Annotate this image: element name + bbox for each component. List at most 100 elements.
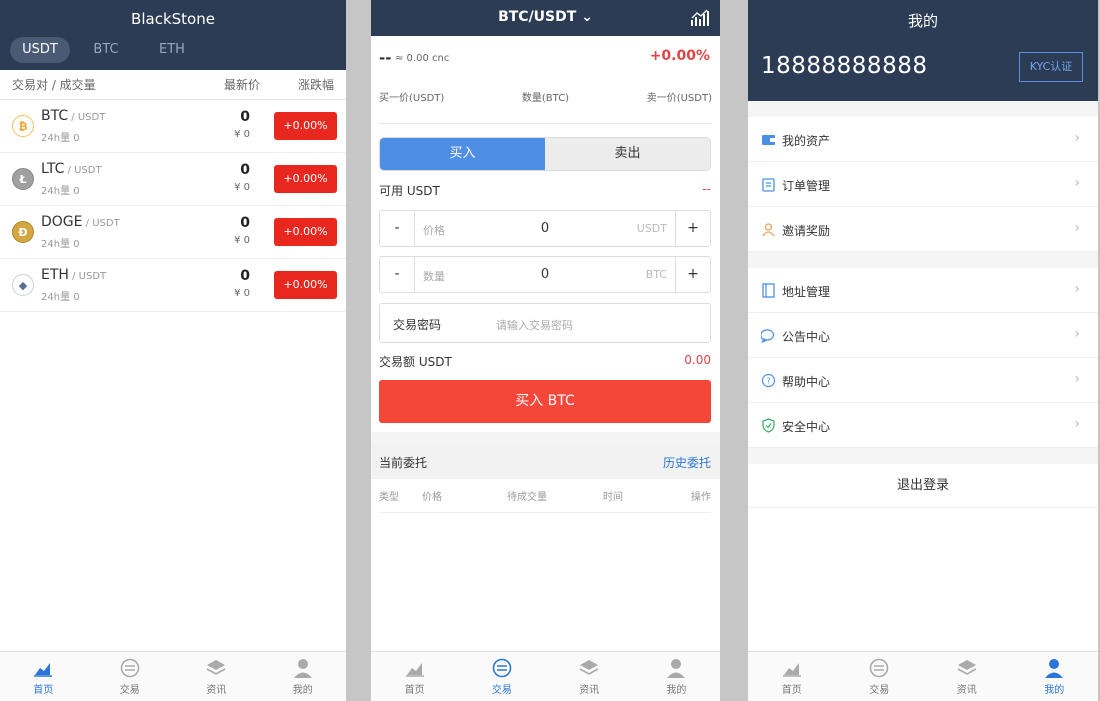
tab-sell[interactable]: 卖出 bbox=[545, 138, 710, 170]
profile-title: 我的 bbox=[907, 12, 938, 30]
trade-password-field[interactable]: 交易密码 请输入交易密码 bbox=[379, 303, 711, 343]
tab-btc[interactable]: BTC bbox=[76, 37, 136, 63]
price-increment-button[interactable]: + bbox=[675, 211, 710, 246]
chevron-right-icon: › bbox=[1074, 326, 1080, 342]
nav-profile-label: 我的 bbox=[666, 685, 687, 696]
markets-screen: BlackStone USDT BTC ETH 交易对 / 成交量 最新价 涨跌… bbox=[0, 0, 346, 701]
menu-my-assets[interactable]: 我的资产 › bbox=[748, 117, 1098, 162]
order-history-link[interactable]: 历史委托 bbox=[663, 454, 711, 471]
tab-buy[interactable]: 买入 bbox=[380, 138, 545, 170]
price-input[interactable]: 价格 0 USDT bbox=[415, 211, 675, 246]
divider bbox=[748, 448, 1098, 464]
chevron-right-icon: › bbox=[1074, 130, 1080, 146]
market-volume: 24h量 0 bbox=[41, 239, 80, 250]
kline-chart-icon[interactable] bbox=[690, 8, 710, 28]
tab-usdt[interactable]: USDT bbox=[10, 37, 70, 63]
nav-news-label: 资讯 bbox=[579, 685, 600, 696]
user-icon bbox=[1045, 659, 1064, 678]
question-circle-icon: ? bbox=[761, 373, 776, 388]
amount-input[interactable]: 数量 0 BTC bbox=[415, 257, 675, 292]
market-symbol: LTC / USDT bbox=[41, 161, 102, 177]
ticker-summary: -- ≈ 0.00 cnc +0.00% 买一价(USDT) 数量(BTC) 卖… bbox=[379, 36, 712, 124]
market-symbol: ETH / USDT bbox=[41, 267, 107, 283]
amount-decrement-button[interactable]: - bbox=[380, 257, 415, 292]
nav-trade[interactable]: 交易 bbox=[87, 652, 174, 701]
menu-address[interactable]: 地址管理 › bbox=[748, 268, 1098, 313]
orderbook-headers: 买一价(USDT) 数量(BTC) 卖一价(USDT) bbox=[379, 89, 712, 104]
quote-tabs: USDT BTC ETH bbox=[10, 37, 208, 63]
nav-home[interactable]: 首页 bbox=[0, 652, 87, 701]
nav-profile-label: 我的 bbox=[292, 685, 313, 696]
tab-eth[interactable]: ETH bbox=[142, 37, 202, 63]
nav-profile[interactable]: 我的 bbox=[633, 652, 720, 701]
chevron-down-icon: ⌄ bbox=[581, 9, 593, 25]
menu-announcements[interactable]: 公告中心 › bbox=[748, 313, 1098, 358]
price-stepper: - 价格 0 USDT + bbox=[379, 210, 711, 247]
market-row-ltc[interactable]: Ł LTC / USDT 24h量 0 0 ¥ 0 +0.00% bbox=[0, 153, 346, 206]
bottom-nav: 首页 交易 资讯 我的 bbox=[748, 651, 1098, 701]
nav-news[interactable]: 资讯 bbox=[923, 652, 1011, 701]
logout-button[interactable]: 退出登录 bbox=[748, 464, 1098, 508]
nav-profile[interactable]: 我的 bbox=[1011, 652, 1099, 701]
user-icon bbox=[667, 659, 686, 678]
divider bbox=[371, 432, 720, 444]
market-change-badge: +0.00% bbox=[274, 112, 337, 140]
market-row-btc[interactable]: ₿ BTC / USDT 24h量 0 0 ¥ 0 +0.00% bbox=[0, 100, 346, 153]
kyc-button[interactable]: KYC认证 bbox=[1019, 52, 1083, 82]
profile-screen: 我的 18888888888 KYC认证 我的资产 › 订单管理 › 邀请奖励 … bbox=[748, 0, 1098, 701]
user-invite-icon bbox=[762, 223, 775, 237]
trade-total: 交易额 USDT 0.00 bbox=[379, 353, 711, 370]
markets-header: BlackStone USDT BTC ETH bbox=[0, 0, 346, 70]
order-col-pending: 待成交量 bbox=[507, 492, 547, 503]
market-price: 0 bbox=[240, 268, 250, 284]
address-book-icon bbox=[762, 283, 775, 298]
bid-header: 买一价(USDT) bbox=[379, 93, 445, 104]
menu-label: 我的资产 bbox=[782, 134, 831, 148]
market-volume: 24h量 0 bbox=[41, 133, 80, 144]
nav-news[interactable]: 资讯 bbox=[173, 652, 260, 701]
pair-selector[interactable]: BTC/USDT ⌄ bbox=[371, 9, 720, 25]
market-row-doge[interactable]: Ð DOGE / USDT 24h量 0 0 ¥ 0 +0.00% bbox=[0, 206, 346, 259]
market-row-eth[interactable]: ◆ ETH / USDT 24h量 0 0 ¥ 0 +0.00% bbox=[0, 259, 346, 312]
divider bbox=[748, 252, 1098, 268]
nav-profile[interactable]: 我的 bbox=[260, 652, 347, 701]
total-value: 0.00 bbox=[684, 353, 711, 367]
amount-value: 0 bbox=[540, 267, 550, 282]
available-balance: 可用 USDT -- bbox=[379, 182, 711, 199]
menu-orders[interactable]: 订单管理 › bbox=[748, 162, 1098, 207]
menu-label: 公告中心 bbox=[782, 330, 831, 344]
nav-home[interactable]: 首页 bbox=[371, 652, 458, 701]
order-columns: 类型 价格 待成交量 时间 操作 bbox=[379, 488, 711, 513]
menu-invite[interactable]: 邀请奖励 › bbox=[748, 207, 1098, 252]
menu-label: 安全中心 bbox=[782, 420, 831, 434]
ltc-coin-icon: Ł bbox=[12, 168, 34, 190]
nav-trade-label: 交易 bbox=[491, 685, 512, 696]
profile-header: 我的 18888888888 KYC认证 bbox=[748, 0, 1098, 101]
chevron-right-icon: › bbox=[1074, 371, 1080, 387]
price-unit: USDT bbox=[636, 222, 667, 235]
market-price: 0 bbox=[240, 162, 250, 178]
exchange-icon bbox=[492, 658, 512, 678]
nav-home[interactable]: 首页 bbox=[748, 652, 836, 701]
amount-increment-button[interactable]: + bbox=[675, 257, 710, 292]
nav-trade[interactable]: 交易 bbox=[458, 652, 545, 701]
menu-help[interactable]: ? 帮助中心 › bbox=[748, 358, 1098, 403]
password-label: 交易密码 bbox=[393, 318, 442, 332]
market-price: 0 bbox=[240, 109, 250, 125]
layers-icon bbox=[206, 660, 226, 675]
bottom-nav: 首页 交易 资讯 我的 bbox=[371, 651, 720, 701]
bottom-nav: 首页 交易 资讯 我的 bbox=[0, 651, 346, 701]
nav-trade[interactable]: 交易 bbox=[836, 652, 924, 701]
eth-coin-icon: ◆ bbox=[12, 274, 34, 296]
market-symbol: DOGE / USDT bbox=[41, 214, 120, 230]
pair-title: BTC/USDT bbox=[498, 9, 577, 25]
menu-security[interactable]: 安全中心 › bbox=[748, 403, 1098, 448]
app-title: BlackStone bbox=[131, 10, 215, 28]
chevron-right-icon: › bbox=[1074, 220, 1080, 236]
price-decrement-button[interactable]: - bbox=[380, 211, 415, 246]
user-phone: 18888888888 bbox=[761, 53, 928, 79]
nav-news[interactable]: 资讯 bbox=[546, 652, 633, 701]
amount-unit: BTC bbox=[645, 268, 667, 281]
buy-btc-button[interactable]: 买入 BTC bbox=[379, 380, 711, 423]
available-value: -- bbox=[702, 182, 711, 196]
